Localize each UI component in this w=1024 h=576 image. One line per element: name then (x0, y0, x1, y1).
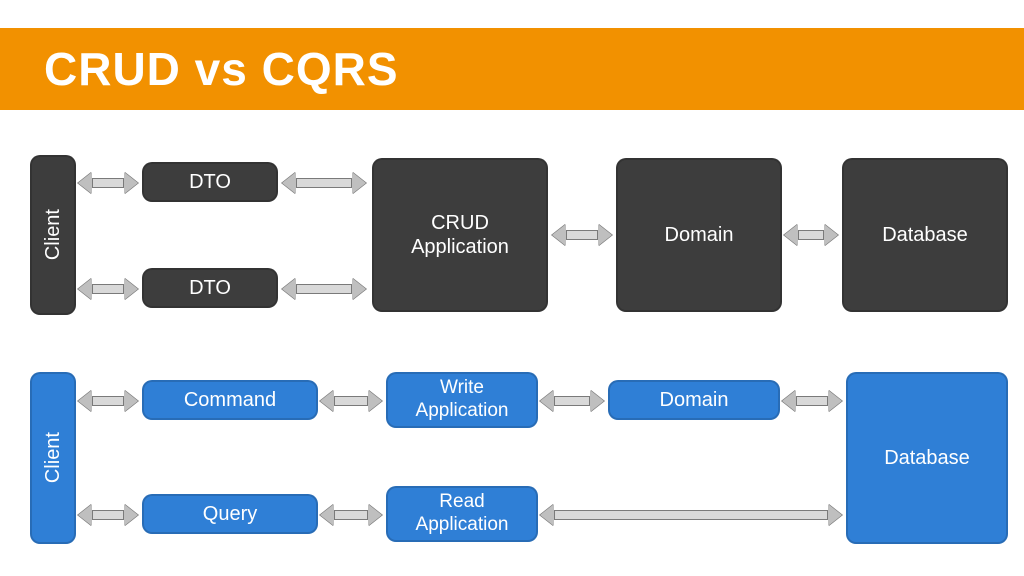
arrow-icon (540, 504, 842, 526)
cqrs-write-app-box: Write Application (386, 372, 538, 428)
crud-client-box: Client (30, 155, 76, 315)
crud-domain-label: Domain (665, 223, 734, 247)
crud-dto-top-label: DTO (189, 170, 231, 194)
arrow-icon (78, 172, 138, 194)
arrow-icon (78, 504, 138, 526)
cqrs-read-app-box: Read Application (386, 486, 538, 542)
diagram-canvas: Client DTO DTO CRUD Application Domain D… (0, 0, 1024, 576)
cqrs-write-app-label: Write Application (416, 377, 509, 423)
crud-database-box: Database (842, 158, 1008, 312)
crud-app-label: CRUD Application (411, 211, 509, 259)
cqrs-client-box: Client (30, 372, 76, 544)
arrow-icon (78, 278, 138, 300)
crud-database-label: Database (882, 223, 968, 247)
cqrs-query-box: Query (142, 494, 318, 534)
arrow-icon (282, 278, 366, 300)
cqrs-client-label: Client (41, 432, 65, 483)
arrow-icon (282, 172, 366, 194)
arrow-icon (78, 390, 138, 412)
cqrs-domain-label: Domain (660, 388, 729, 412)
arrow-icon (782, 390, 842, 412)
crud-client-label: Client (41, 209, 65, 260)
cqrs-command-box: Command (142, 380, 318, 420)
cqrs-command-label: Command (184, 388, 276, 412)
cqrs-domain-box: Domain (608, 380, 780, 420)
crud-dto-bottom-box: DTO (142, 268, 278, 308)
arrow-icon (552, 224, 612, 246)
arrow-icon (320, 390, 382, 412)
arrow-icon (540, 390, 604, 412)
crud-domain-box: Domain (616, 158, 782, 312)
arrow-icon (320, 504, 382, 526)
crud-app-box: CRUD Application (372, 158, 548, 312)
cqrs-database-label: Database (884, 446, 970, 470)
arrow-icon (784, 224, 838, 246)
crud-dto-bottom-label: DTO (189, 276, 231, 300)
cqrs-database-box: Database (846, 372, 1008, 544)
crud-dto-top-box: DTO (142, 162, 278, 202)
cqrs-read-app-label: Read Application (416, 491, 509, 537)
cqrs-query-label: Query (203, 502, 257, 526)
